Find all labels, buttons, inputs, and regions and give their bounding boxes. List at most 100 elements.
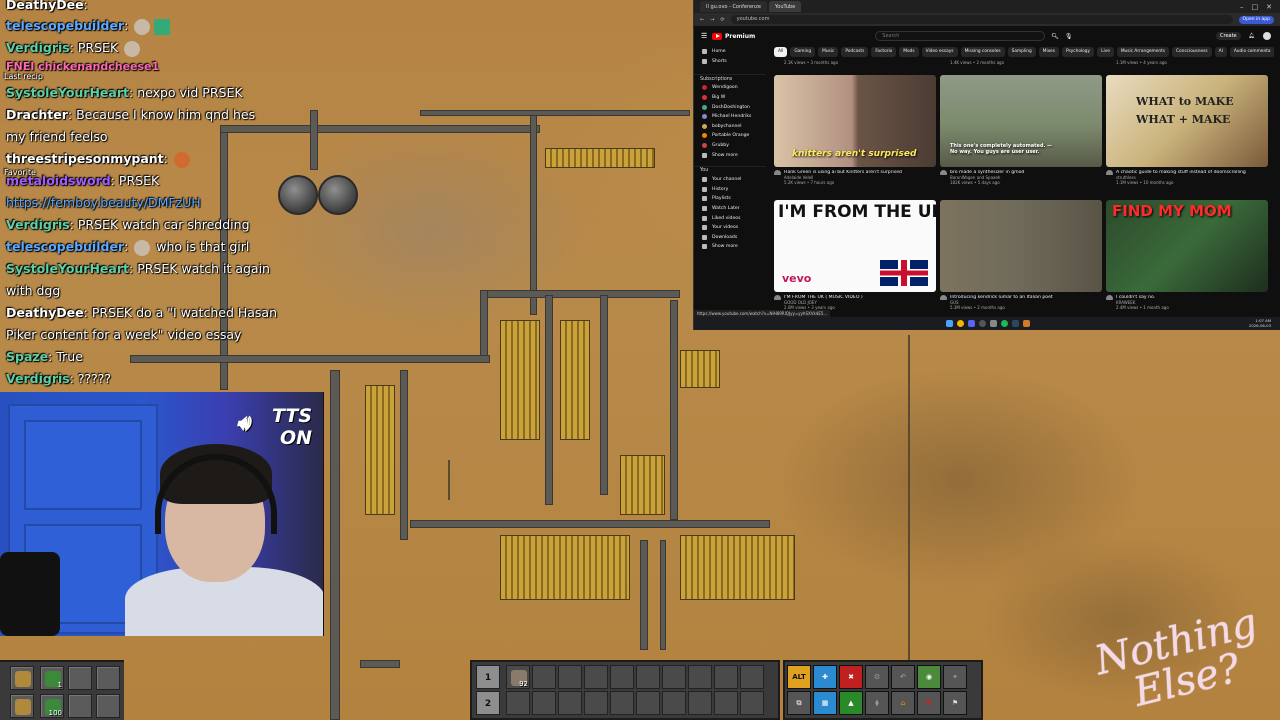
video-title[interactable]: bro made a synthesizer in gmod <box>940 170 1102 175</box>
browser-window[interactable]: Il gu.ovo - Conferenze YouTube – □ ✕ ← →… <box>693 0 1280 330</box>
search-icon[interactable]: 🔍︎ <box>1051 33 1059 40</box>
chat-link[interactable]: https://femboy.beauty/DMFzUH <box>6 195 201 210</box>
sidebar-item-show-more[interactable]: Show more <box>694 150 766 160</box>
hotbar-slot[interactable]: 1 <box>40 666 64 690</box>
chip[interactable]: Consciousness <box>1172 47 1212 57</box>
sidebar-item-subscription[interactable]: Grubby <box>694 141 766 151</box>
video-title[interactable]: I couldn't say no. <box>1106 295 1268 300</box>
factorio-icon[interactable] <box>1022 320 1030 327</box>
chip[interactable]: Factorio <box>871 47 897 57</box>
sidebar-item-you[interactable]: Liked videos <box>694 213 766 223</box>
video-thumbnail[interactable] <box>940 200 1102 292</box>
obs-icon[interactable] <box>978 320 986 327</box>
quickbar-slot[interactable] <box>688 665 712 689</box>
blueprint-book-icon[interactable]: ▦ <box>813 691 837 715</box>
steam-icon[interactable] <box>1011 320 1019 327</box>
quickbar-slot[interactable] <box>506 691 530 715</box>
quickbar-slot[interactable] <box>662 665 686 689</box>
video-card[interactable]: knitters aren't surprised Hank Green is … <box>774 75 936 185</box>
quickbar-slot[interactable] <box>740 665 764 689</box>
sidebar-item-subscription[interactable]: Wendigoon <box>694 83 766 93</box>
menu-icon[interactable]: ☰ <box>701 32 707 40</box>
browser-icon[interactable] <box>956 320 964 327</box>
sidebar-item-subscription[interactable]: Big W <box>694 93 766 103</box>
upgrade-planner-icon[interactable]: ▲ <box>839 691 863 715</box>
browser-tab-active[interactable]: YouTube <box>768 1 802 12</box>
sidebar-item-you[interactable]: History <box>694 185 766 195</box>
chip[interactable]: All <box>774 47 788 57</box>
quickbar-slot[interactable] <box>688 691 712 715</box>
chip[interactable]: Gaming <box>790 47 816 57</box>
maximize-icon[interactable]: □ <box>1252 3 1259 11</box>
quickbar-slot[interactable] <box>610 691 634 715</box>
create-button[interactable]: Create <box>1216 32 1241 40</box>
avatar[interactable] <box>1263 32 1271 40</box>
quickbar-slot[interactable] <box>662 691 686 715</box>
discharge-icon[interactable]: ⚑ <box>943 691 967 715</box>
quickbar-slot[interactable] <box>740 691 764 715</box>
video-card[interactable]: This one's completely automated. — No wa… <box>940 75 1102 185</box>
spotify-icon[interactable] <box>1000 320 1008 327</box>
bell-icon[interactable]: 🔔︎ <box>1249 33 1255 39</box>
forward-icon[interactable]: → <box>710 17 714 23</box>
sidebar-item-home[interactable]: Home <box>694 47 766 57</box>
hotbar-slot[interactable] <box>96 666 120 690</box>
minimize-icon[interactable]: – <box>1240 3 1244 11</box>
video-card[interactable]: Introducing kendrick lumar to an Italian… <box>940 200 1102 310</box>
youtube-logo[interactable]: Premium <box>712 32 755 40</box>
chip[interactable]: Music <box>818 47 839 57</box>
hotbar-slot[interactable] <box>10 694 34 718</box>
quickbar-slot[interactable] <box>558 665 582 689</box>
chip[interactable]: Mods <box>899 47 919 57</box>
chip[interactable]: Music Arrangements <box>1116 47 1170 57</box>
copy-icon[interactable]: ⧉ <box>787 691 811 715</box>
sidebar-item-you[interactable]: Your channel <box>694 175 766 185</box>
hotbar-slot[interactable] <box>68 666 92 690</box>
quickbar-slot[interactable] <box>584 665 608 689</box>
close-icon[interactable]: ✕ <box>1266 3 1272 11</box>
quickbar-page-2[interactable]: 2 <box>476 691 500 715</box>
sidebar-item-you[interactable]: Downloads <box>694 233 766 243</box>
chip[interactable]: Audio commenta <box>1229 47 1274 57</box>
sidebar-item-subscription[interactable]: bobychannel <box>694 122 766 132</box>
mic-icon[interactable]: 🎙︎ <box>1065 33 1073 40</box>
hotbar-slot[interactable] <box>10 666 34 690</box>
chip[interactable]: Podcasts <box>841 47 869 57</box>
quickbar-slot[interactable]: 92 <box>506 665 530 689</box>
hotbar-slot[interactable] <box>96 694 120 718</box>
url-field[interactable]: youtube.com <box>730 15 1233 24</box>
sidebar-item-subscription[interactable]: DoshDoshington <box>694 102 766 112</box>
chip[interactable]: Mixes <box>1038 47 1059 57</box>
quickbar-slot[interactable] <box>584 691 608 715</box>
quickbar-slot[interactable] <box>714 691 738 715</box>
search-input[interactable]: Search <box>875 31 1046 41</box>
quickbar-slot[interactable] <box>610 665 634 689</box>
video-card[interactable]: FIND MY MOM I couldn't say no. KRAWEEK 2… <box>1106 200 1268 310</box>
reload-icon[interactable]: ⟳ <box>720 17 724 23</box>
open-in-app-button[interactable]: Open in app <box>1238 15 1274 24</box>
app-icon[interactable] <box>989 320 997 327</box>
video-thumbnail[interactable]: I'M FROM THE UK vevo <box>774 200 936 292</box>
quickbar-slot[interactable] <box>532 665 556 689</box>
video-thumbnail[interactable]: knitters aren't surprised <box>774 75 936 167</box>
quickbar-slot[interactable] <box>714 665 738 689</box>
sidebar-item-you[interactable]: Your videos <box>694 223 766 233</box>
sidebar-item-you[interactable]: Watch Later <box>694 204 766 214</box>
spidertron-icon[interactable]: ◉ <box>917 665 941 689</box>
browser-tab[interactable]: Il gu.ovo - Conferenze <box>700 1 767 12</box>
artillery-icon[interactable]: ⌂ <box>891 691 915 715</box>
chip[interactable]: Psychology <box>1061 47 1095 57</box>
chip[interactable]: Live <box>1097 47 1114 57</box>
video-card[interactable]: WHAT to MAKE WHAT + MAKE A chaotic guide… <box>1106 75 1268 185</box>
chip[interactable]: Video essays <box>921 47 958 57</box>
video-thumbnail[interactable]: WHAT to MAKE WHAT + MAKE <box>1106 75 1268 167</box>
sidebar-item-shorts[interactable]: Shorts <box>694 57 766 67</box>
chip[interactable]: AI <box>1214 47 1227 57</box>
quickbar-slot[interactable] <box>532 691 556 715</box>
discord-icon[interactable] <box>967 320 975 327</box>
sidebar-item-you[interactable]: Playlists <box>694 194 766 204</box>
remote-icon[interactable]: R <box>917 691 941 715</box>
toggle-icon[interactable]: ⚙ <box>865 665 889 689</box>
undo-icon[interactable]: ↶ <box>891 665 915 689</box>
deconstruct-icon[interactable]: ✖ <box>839 665 863 689</box>
